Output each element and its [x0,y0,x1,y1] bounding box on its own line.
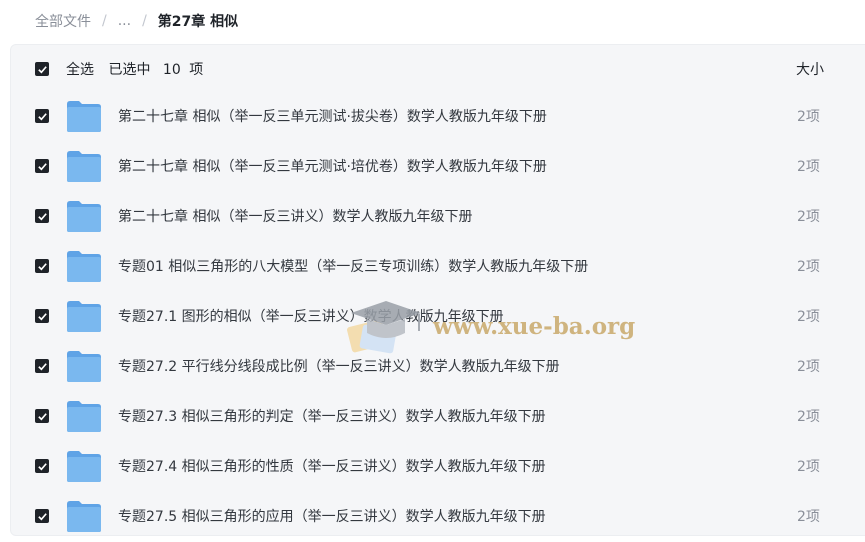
checkmark-icon [37,112,47,120]
file-size: 2项 [797,359,820,375]
file-row[interactable]: 专题27.5 相似三角形的应用（举一反三讲义）数学人教版九年级下册 2项 [11,491,865,535]
folder-icon [67,100,101,132]
breadcrumb-current: 第27章 相似 [157,14,239,30]
file-row[interactable]: 第二十七章 相似（举一反三单元测试·拔尖卷）数学人教版九年级下册 2项 [11,91,865,141]
checkmark-icon [37,412,47,420]
file-list-panel: 全选 已选中 10 项 大小 第二十七章 相似（举一反三单元测试·拔尖卷）数学人… [10,44,865,536]
folder-icon [67,300,101,332]
file-size: 2项 [797,209,820,225]
file-size: 2项 [797,159,820,175]
file-size: 2项 [797,459,820,475]
file-row[interactable]: 第二十七章 相似（举一反三讲义）数学人教版九年级下册 2项 [11,191,865,241]
file-name[interactable]: 专题27.3 相似三角形的判定（举一反三讲义）数学人教版九年级下册 [118,406,546,426]
checkmark-icon [37,65,47,73]
file-row[interactable]: 专题27.3 相似三角形的判定（举一反三讲义）数学人教版九年级下册 2项 [11,391,865,441]
row-checkbox[interactable] [35,259,49,273]
file-row[interactable]: 第二十七章 相似（举一反三单元测试·培优卷）数学人教版九年级下册 2项 [11,141,865,191]
row-checkbox[interactable] [35,209,49,223]
file-name[interactable]: 第二十七章 相似（举一反三单元测试·拔尖卷）数学人教版九年级下册 [118,106,547,126]
checkmark-icon [37,212,47,220]
folder-icon [67,250,101,282]
file-name[interactable]: 专题01 相似三角形的八大模型（举一反三专项训练）数学人教版九年级下册 [118,256,588,276]
row-checkbox[interactable] [35,409,49,423]
breadcrumb-root-link[interactable]: 全部文件 [35,11,91,31]
checkmark-icon [37,512,47,520]
file-name[interactable]: 专题27.4 相似三角形的性质（举一反三讲义）数学人教版九年级下册 [118,456,546,476]
checkmark-icon [37,312,47,320]
breadcrumb-separator: / [102,13,107,29]
folder-icon [67,450,101,482]
breadcrumb-separator: / [142,13,147,29]
file-row[interactable]: 专题01 相似三角形的八大模型（举一反三专项训练）数学人教版九年级下册 2项 [11,241,865,291]
selected-prefix: 已选中 [108,62,151,78]
file-name[interactable]: 第二十七章 相似（举一反三单元测试·培优卷）数学人教版九年级下册 [118,156,547,176]
file-row[interactable]: 专题27.4 相似三角形的性质（举一反三讲义）数学人教版九年级下册 2项 [11,441,865,491]
breadcrumb: 全部文件 / ... / 第27章 相似 [0,0,865,42]
file-size: 2项 [797,509,820,525]
file-name[interactable]: 专题27.5 相似三角形的应用（举一反三讲义）数学人教版九年级下册 [118,506,546,526]
checkmark-icon [37,362,47,370]
row-checkbox[interactable] [35,509,49,523]
select-all-label[interactable]: 全选 [66,62,94,78]
file-size: 2项 [797,109,820,125]
checkmark-icon [37,462,47,470]
file-name[interactable]: 第二十七章 相似（举一反三讲义）数学人教版九年级下册 [118,206,472,226]
selected-count: 10 [162,62,181,78]
selected-suffix: 项 [189,62,204,78]
file-size: 2项 [797,309,820,325]
row-checkbox[interactable] [35,109,49,123]
graduation-cap-logo-icon [347,301,421,354]
row-checkbox[interactable] [35,159,49,173]
row-checkbox[interactable] [35,459,49,473]
size-column-header[interactable]: 大小 [796,59,824,79]
watermark: www.xue-ba.org [341,293,635,363]
checkmark-icon [37,162,47,170]
file-list-header: 全选 已选中 10 项 大小 [11,45,865,93]
file-size: 2项 [797,409,820,425]
folder-icon [67,350,101,382]
file-size: 2项 [797,259,820,275]
breadcrumb-ellipsis-link[interactable]: ... [118,13,131,29]
checkmark-icon [37,262,47,270]
select-all-checkbox[interactable] [35,62,49,76]
row-checkbox[interactable] [35,359,49,373]
folder-icon [67,150,101,182]
watermark-text: www.xue-ba.org [433,313,636,340]
folder-icon [67,400,101,432]
folder-icon [67,500,101,532]
selection-summary: 全选 已选中 10 项 [66,59,203,79]
folder-icon [67,200,101,232]
row-checkbox[interactable] [35,309,49,323]
